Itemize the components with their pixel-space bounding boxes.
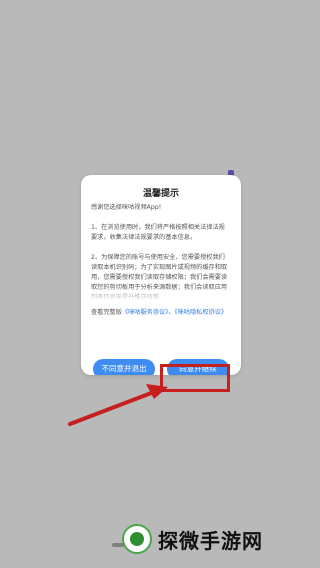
privacy-policy-link[interactable]: 《咪咕隐私权协议》 — [175, 309, 228, 316]
privacy-dialog: 温馨提示 感谢您选择咪咕视频App! 1、在浏览使用时，我们将严格按照相关法律法… — [81, 175, 241, 375]
scroll-fade — [81, 287, 241, 301]
watermark-logo-icon — [122, 524, 152, 554]
watermark-text: 探微手游网 — [158, 528, 263, 553]
pointer-arrow-icon — [68, 384, 168, 426]
disagree-button[interactable]: 不同意并退出 — [93, 359, 155, 375]
watermark: 探微手游网 — [122, 516, 318, 562]
policy-text-1: 1、在浏览使用时，我们将严格按照相关法律法规要求，收集法律法规要求的基本信息。 — [91, 224, 225, 241]
agreement-links: 查看完整版《咪咕服务协议》、《咪咕隐私权协议》 — [91, 308, 231, 318]
welcome-text: 感谢您选择咪咕视频App! — [91, 204, 162, 211]
service-agreement-link[interactable]: 《咪咕服务协议》 — [122, 309, 168, 316]
dialog-content[interactable]: 感谢您选择咪咕视频App! 1、在浏览使用时，我们将严格按照相关法律法规要求，收… — [91, 203, 231, 299]
dialog-title: 温馨提示 — [142, 189, 179, 199]
agree-prefix: 查看完整版 — [91, 309, 122, 316]
